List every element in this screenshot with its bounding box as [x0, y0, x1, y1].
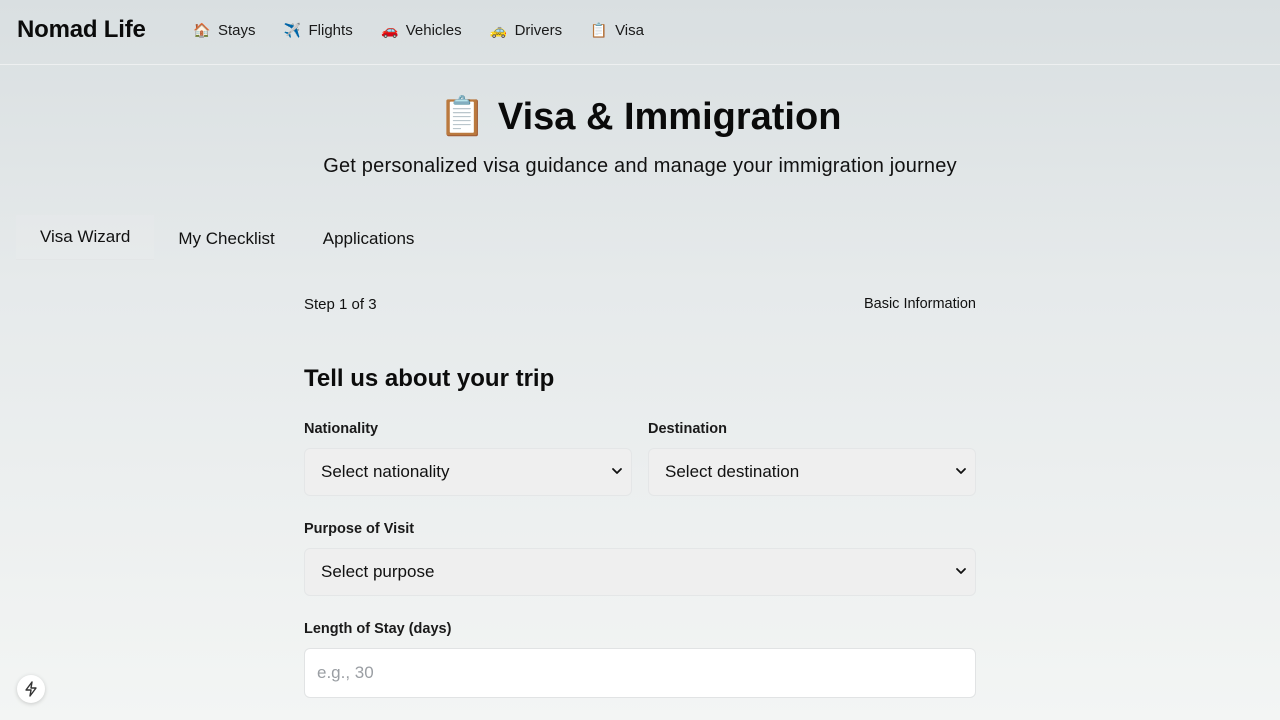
nationality-label: Nationality	[304, 421, 379, 437]
nav-link-visa[interactable]: 📋 Visa	[590, 21, 644, 39]
nav-label: Drivers	[514, 21, 563, 39]
page-title-text: Visa & Immigration	[497, 95, 842, 138]
chevron-down-icon	[612, 468, 622, 474]
step-indicator: Step 1 of 3 Basic Information	[304, 296, 976, 313]
nav-link-drivers[interactable]: 🚕 Drivers	[489, 21, 563, 39]
top-navigation: Nomad Life 🏠 Stays ✈️ Flights 🚗 Vehicles…	[0, 0, 1280, 65]
airplane-icon: ✈️	[283, 21, 302, 38]
purpose-value: Select purpose	[321, 562, 435, 581]
page-subtitle: Get personalized visa guidance and manag…	[323, 155, 957, 177]
chevron-down-icon	[956, 568, 966, 574]
nav-label: Vehicles	[405, 21, 462, 39]
clipboard-icon: 📋	[590, 21, 608, 38]
nav-label: Flights	[308, 21, 353, 39]
nav-label: Stays	[218, 21, 256, 39]
length-of-stay-input[interactable]	[317, 663, 963, 683]
nationality-value: Select nationality	[321, 462, 450, 481]
tab-applications[interactable]: Applications	[299, 216, 439, 262]
step-name: Basic Information	[863, 296, 976, 312]
brand-logo[interactable]: Nomad Life	[17, 16, 146, 44]
tab-visa-wizard[interactable]: Visa Wizard	[16, 215, 155, 260]
length-field-wrapper	[304, 648, 976, 698]
purpose-select[interactable]: Select purpose	[304, 548, 976, 596]
nav-link-flights[interactable]: ✈️ Flights	[284, 21, 353, 39]
chevron-down-icon	[956, 468, 966, 474]
page-title: 📋 Visa & Immigration	[0, 95, 1280, 139]
tab-bar: Visa Wizard My Checklist Applications	[16, 215, 439, 262]
length-label: Length of Stay (days)	[304, 621, 452, 637]
car-icon: 🚗	[380, 21, 399, 38]
purpose-label: Purpose of Visit	[304, 521, 415, 537]
step-counter: Step 1 of 3	[304, 296, 377, 313]
house-icon: 🏠	[193, 21, 211, 38]
nav-link-stays[interactable]: 🏠 Stays	[193, 21, 256, 39]
nav-links: 🏠 Stays ✈️ Flights 🚗 Vehicles 🚕 Drivers …	[193, 21, 672, 39]
nav-link-vehicles[interactable]: 🚗 Vehicles	[381, 21, 462, 39]
lightning-icon	[25, 681, 37, 697]
quick-action-button[interactable]	[17, 675, 45, 703]
tab-my-checklist[interactable]: My Checklist	[154, 216, 298, 262]
form-title: Tell us about your trip	[304, 365, 555, 392]
nationality-select[interactable]: Select nationality	[304, 448, 632, 496]
nav-label: Visa	[615, 21, 644, 39]
destination-value: Select destination	[665, 462, 800, 481]
taxi-icon: 🚕	[489, 21, 508, 38]
clipboard-icon: 📋	[438, 96, 486, 138]
destination-select[interactable]: Select destination	[648, 448, 976, 496]
destination-label: Destination	[648, 421, 727, 437]
